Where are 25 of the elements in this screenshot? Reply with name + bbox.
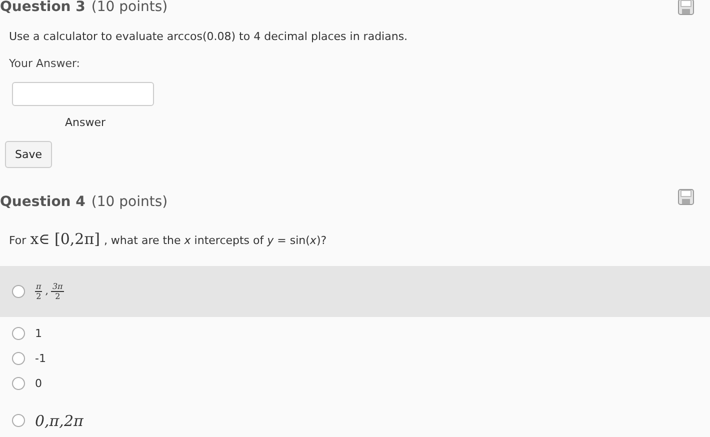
math-interval: x∈ [0,2π] xyxy=(30,230,100,248)
option-label: 0,π,2π xyxy=(35,412,84,430)
option-label: 1 xyxy=(35,327,42,340)
option-row[interactable]: 0 xyxy=(0,371,710,396)
radio-button[interactable] xyxy=(12,285,25,298)
question-title: Question 3 xyxy=(0,0,86,15)
option-row[interactable]: 1 xyxy=(0,321,710,346)
save-button[interactable]: Save xyxy=(5,141,52,168)
question-text: Use a calculator to evaluate arccos(0.08) to 4 decimal places in radians. xyxy=(9,30,409,43)
option-row[interactable]: -1 xyxy=(0,346,710,371)
option-row[interactable]: 0,π,2π xyxy=(0,408,710,433)
radio-button[interactable] xyxy=(12,352,25,365)
question-points: (10 points) xyxy=(91,0,168,15)
prompt-lead: For xyxy=(9,234,26,247)
radio-button[interactable] xyxy=(12,377,25,390)
question-title: Question 4 xyxy=(0,194,86,210)
question-points: (10 points) xyxy=(91,194,168,210)
answer-label: Your Answer: xyxy=(9,57,82,70)
answer-caption: Answer xyxy=(65,116,107,129)
radio-button[interactable] xyxy=(12,327,25,340)
question-text: , what are the x intercepts of y = sin(x)? xyxy=(104,234,327,247)
answer-field[interactable] xyxy=(12,82,154,106)
option-label: 0 xyxy=(35,377,42,390)
option-label: -1 xyxy=(35,352,46,365)
radio-button[interactable] xyxy=(12,414,25,427)
